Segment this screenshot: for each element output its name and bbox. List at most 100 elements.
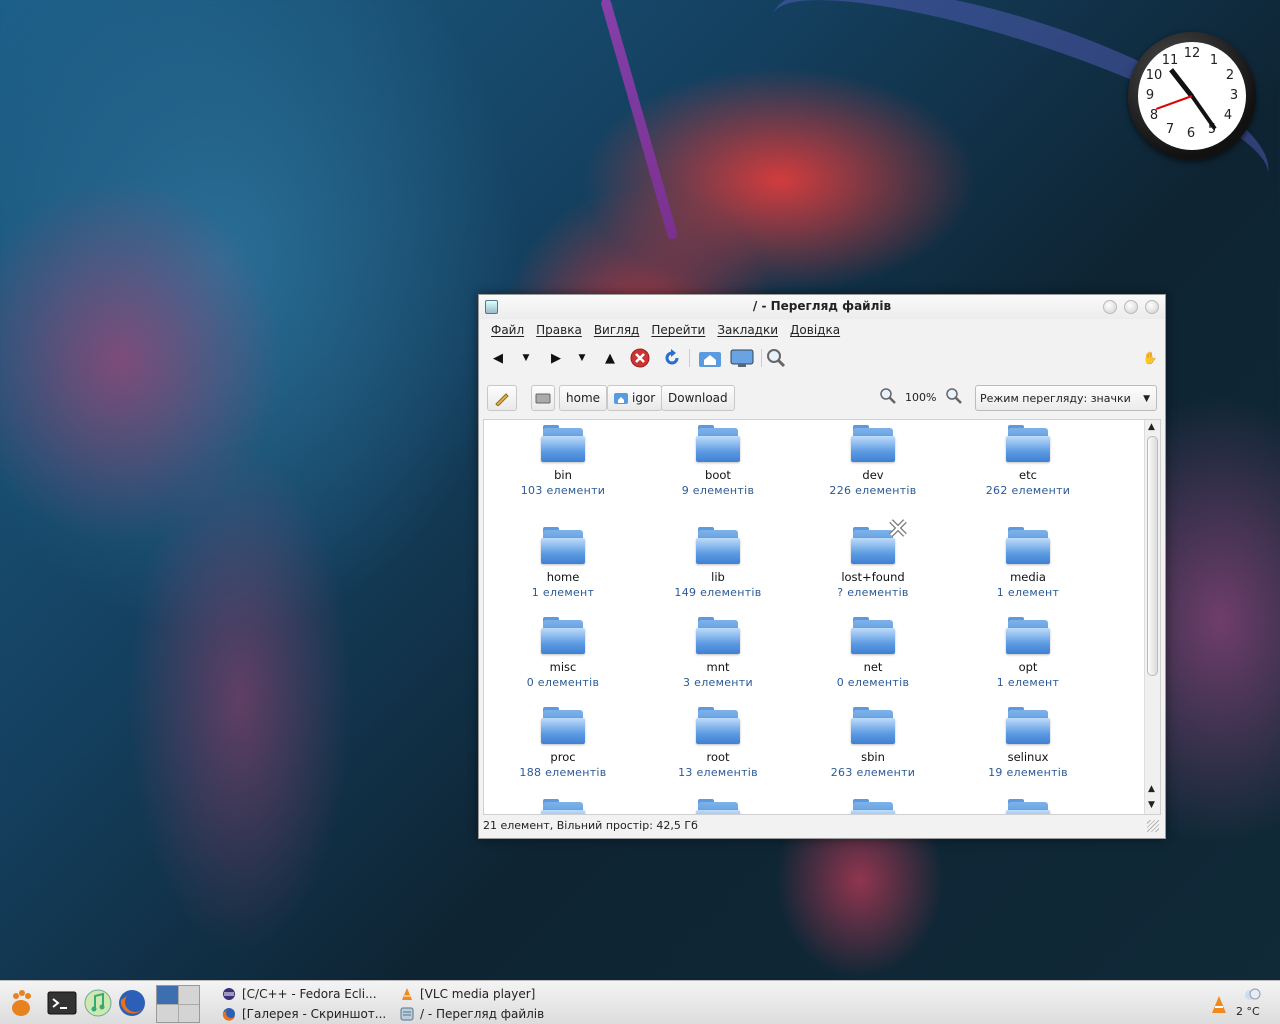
task-eclipse[interactable]: [C/C++ - Fedora Ecli... [222,987,377,1001]
workspace-pager[interactable] [156,985,200,1023]
forward-history-dropdown-icon[interactable]: ▼ [571,347,593,369]
window-titlebar[interactable]: / - Перегляд файлів [479,295,1165,319]
stop-icon[interactable] [629,347,651,369]
folder-item-count: 226 елементів [829,484,917,497]
up-icon[interactable]: ▲ [599,347,621,369]
folder-item[interactable] [953,799,1103,814]
folder-name: sbin [861,750,885,764]
task-label: [VLC media player] [420,987,536,1001]
vlc-tray-icon[interactable] [1210,995,1228,1015]
workspace-3[interactable] [157,1004,178,1022]
scroll-down-icon[interactable]: ▼ [1148,800,1155,810]
scroll-up-icon[interactable]: ▲ [1148,422,1155,432]
folder-item-count: 1 елемент [996,676,1060,689]
menu-help[interactable]: Довідка [784,323,846,337]
folder-item[interactable]: net 0 елементів [798,617,948,689]
clock-numeral: 3 [1229,88,1239,103]
search-icon[interactable] [765,347,787,369]
clock-widget[interactable]: 12 1 2 3 4 5 6 7 8 9 10 11 [1128,32,1256,160]
clock-numeral: 7 [1165,122,1175,137]
menu-edit[interactable]: Правка [530,323,588,337]
edit-location-button[interactable] [487,385,517,411]
gnome-foot-icon [12,990,31,1016]
folder-name: opt [1018,660,1038,674]
zoom-out-icon[interactable] [877,385,899,407]
computer-icon[interactable] [729,347,755,369]
application-menu-button[interactable] [6,987,38,1019]
folder-item[interactable]: home 1 елемент [488,527,638,599]
folder-item[interactable]: root 13 елементів [643,707,793,779]
clock-numeral: 6 [1186,126,1196,141]
weather-cloud-icon[interactable] [1242,987,1262,1001]
task-gallery[interactable]: [Галерея - Скриншот... [222,1007,386,1021]
toolbar-separator [761,349,762,367]
menu-file[interactable]: Файл [485,323,530,337]
maximize-button[interactable] [1124,300,1138,314]
scrollbar-thumb[interactable] [1147,436,1158,676]
task-file-manager[interactable]: / - Перегляд файлів [400,1007,544,1021]
minimize-button[interactable] [1103,300,1117,314]
folder-item-count: 1 елемент [996,586,1060,599]
folder-icon [1006,425,1050,462]
folder-name: lost+found [841,570,905,584]
folder-item-count: 19 елементів [988,766,1068,779]
back-icon[interactable]: ◀ [487,347,509,369]
vertical-scrollbar[interactable]: ▲ ▲ ▼ [1144,420,1160,814]
menu-bookmarks[interactable]: Закладки [711,323,784,337]
workspace-1[interactable] [157,986,178,1004]
home-icon[interactable] [697,347,723,369]
folder-icon [851,425,895,462]
folder-item[interactable]: selinux 19 елементів [953,707,1103,779]
reload-icon[interactable] [661,347,683,369]
back-history-dropdown-icon[interactable]: ▼ [515,347,537,369]
forward-icon[interactable]: ▶ [545,347,567,369]
workspace-2[interactable] [178,986,199,1004]
firefox-icon [222,1008,235,1021]
folder-item[interactable]: misc 0 елементів [488,617,638,689]
clock-face: 12 1 2 3 4 5 6 7 8 9 10 11 [1138,42,1246,150]
folder-item[interactable]: mnt 3 елементи [643,617,793,689]
resize-grip[interactable] [1147,820,1159,832]
folder-item-count: 188 елементів [519,766,607,779]
home-folder-icon [614,393,628,404]
drive-icon [535,393,551,404]
folder-item[interactable]: dev 226 елементів [798,425,948,497]
zoom-in-icon[interactable] [943,385,965,407]
folder-icon [851,617,895,654]
folder-item[interactable]: proc 188 елементів [488,707,638,779]
breadcrumb-igor[interactable]: igor [607,385,663,411]
file-manager-window[interactable]: / - Перегляд файлів Файл Правка Вигляд П… [478,294,1166,839]
menu-go[interactable]: Перейти [645,323,711,337]
close-button[interactable] [1145,300,1159,314]
file-view[interactable]: bin 103 елементи boot 9 елементів dev 226 еле… [483,419,1161,815]
terminal-launcher[interactable] [46,987,78,1019]
scroll-up-icon[interactable]: ▲ [1148,784,1155,794]
folder-item[interactable]: media 1 елемент [953,527,1103,599]
folder-item[interactable]: lost+found ? елементів [798,527,948,599]
firefox-launcher[interactable] [116,987,148,1019]
folder-item[interactable] [643,799,793,814]
view-mode-select[interactable]: Режим перегляду: значки ▼ [975,385,1157,411]
pencil-icon [495,393,509,406]
music-player-launcher[interactable] [82,987,114,1019]
folder-item[interactable]: opt 1 елемент [953,617,1103,689]
folder-name: home [546,570,580,584]
folder-item[interactable]: boot 9 елементів [643,425,793,497]
folder-icon [1006,617,1050,654]
folder-item[interactable]: lib 149 елементів [643,527,793,599]
folder-name: proc [550,750,576,764]
breadcrumb-root-button[interactable] [531,385,555,411]
folder-item[interactable]: etc 262 елементи [953,425,1103,497]
folder-item[interactable] [488,799,638,814]
folder-item[interactable] [798,799,948,814]
folder-icon [541,617,585,654]
menu-view[interactable]: Вигляд [588,323,646,337]
workspace-4[interactable] [178,1004,199,1022]
folder-item[interactable]: sbin 263 елементи [798,707,948,779]
folder-item[interactable]: bin 103 елементи [488,425,638,497]
breadcrumb-home[interactable]: home [559,385,608,411]
breadcrumb-download[interactable]: Download [661,385,735,411]
music-icon [84,989,112,1017]
clock-numeral: 11 [1161,53,1179,68]
task-vlc[interactable]: [VLC media player] [400,987,535,1001]
